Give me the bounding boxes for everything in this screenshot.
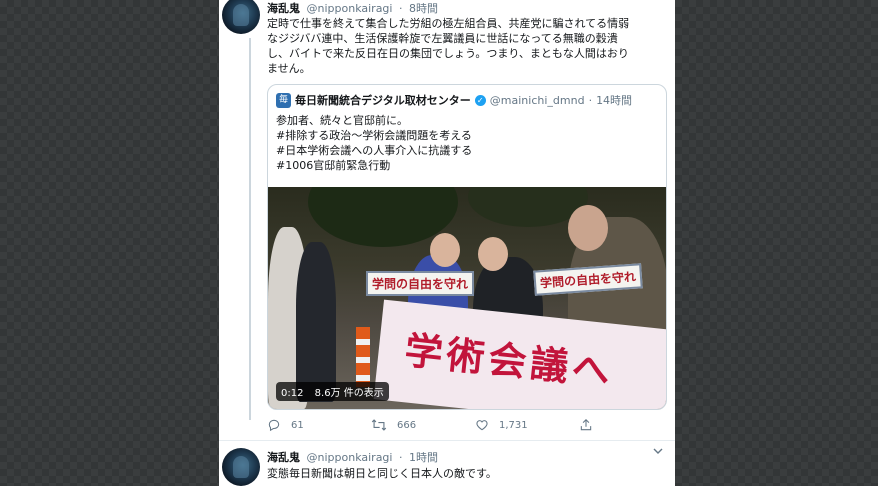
like-button[interactable]: 1,731 xyxy=(475,418,528,432)
avatar[interactable] xyxy=(222,448,260,486)
video-sign-left: 学問の自由を守れ xyxy=(366,271,475,296)
retweet-icon xyxy=(371,419,387,431)
video-view-count: 8.6万 件の表示 xyxy=(314,388,384,399)
video-scene-person xyxy=(296,242,336,402)
tweet-header: 海乱鬼 @nipponkairagi · 1時間 xyxy=(267,449,438,465)
retweet-count: 666 xyxy=(397,419,417,431)
background-checker-left xyxy=(0,0,219,486)
separator-dot: · xyxy=(588,93,593,107)
author-name[interactable]: 海乱鬼 xyxy=(267,451,300,464)
thread-line xyxy=(249,38,251,420)
quoted-timestamp: 14時間 xyxy=(596,94,633,107)
author-handle[interactable]: @nipponkairagi xyxy=(307,451,393,464)
author-handle[interactable]: @nipponkairagi xyxy=(307,2,393,15)
quoted-tweet-header: 毎 毎日新聞統合デジタル取材センター ✓ @mainichi_dmnd · 14… xyxy=(276,92,632,108)
reply-button[interactable]: 61 xyxy=(267,418,304,432)
separator-dot: · xyxy=(398,451,403,464)
tweet-action-bar: 61 666 1,731 xyxy=(267,418,647,434)
background-checker-right xyxy=(675,0,878,486)
quoted-tweet-text: 参加者、続々と官邸前に。 #排除する政治〜学術会議問題を考える #日本学術会議へ… xyxy=(276,114,473,172)
share-icon xyxy=(580,419,592,431)
quoted-author-handle: @mainichi_dmnd xyxy=(489,93,585,107)
like-count: 1,731 xyxy=(499,419,528,431)
like-icon xyxy=(476,420,488,431)
quoted-avatar: 毎 xyxy=(276,92,291,108)
tweet-header: 海乱鬼 @nipponkairagi · 8時間 xyxy=(267,0,438,16)
separator-dot: · xyxy=(398,2,403,15)
video-player[interactable]: 学問の自由を守れ 学問の自由を守れ 学術会議へ 0:12 8.6万 件の表示 xyxy=(268,187,666,409)
video-scene-face xyxy=(430,233,460,267)
author-name[interactable]: 海乱鬼 xyxy=(267,2,300,15)
timestamp[interactable]: 8時間 xyxy=(409,2,438,15)
tweet-thread-panel: 海乱鬼 @nipponkairagi · 8時間 定時で仕事を終えて集合した労組… xyxy=(219,0,675,486)
reply-count: 61 xyxy=(291,419,304,431)
video-scene-traffic-cone xyxy=(356,327,370,387)
video-info-badge: 0:12 8.6万 件の表示 xyxy=(276,382,389,401)
video-duration: 0:12 xyxy=(281,388,304,399)
retweet-button[interactable]: 666 xyxy=(371,418,416,432)
quoted-author-name: 毎日新聞統合デジタル取材センター xyxy=(295,94,471,107)
video-scene-face xyxy=(568,205,608,251)
timestamp[interactable]: 1時間 xyxy=(409,451,438,464)
verified-icon: ✓ xyxy=(474,94,486,106)
quoted-tweet[interactable]: 毎 毎日新聞統合デジタル取材センター ✓ @mainichi_dmnd · 14… xyxy=(267,84,667,410)
tweet-text: 変態毎日新聞は朝日と同じく日本人の敵です。 xyxy=(267,467,497,480)
avatar[interactable] xyxy=(222,0,260,34)
video-scene-face xyxy=(478,237,508,271)
reply-icon xyxy=(268,419,280,432)
share-button[interactable] xyxy=(579,418,603,432)
chevron-down-icon[interactable] xyxy=(653,446,663,459)
tweet-divider xyxy=(219,440,675,441)
tweet-text: 定時で仕事を終えて集合した労組の極左組合員、共産党に騙されてる情弱 なジジババ連… xyxy=(267,17,630,75)
